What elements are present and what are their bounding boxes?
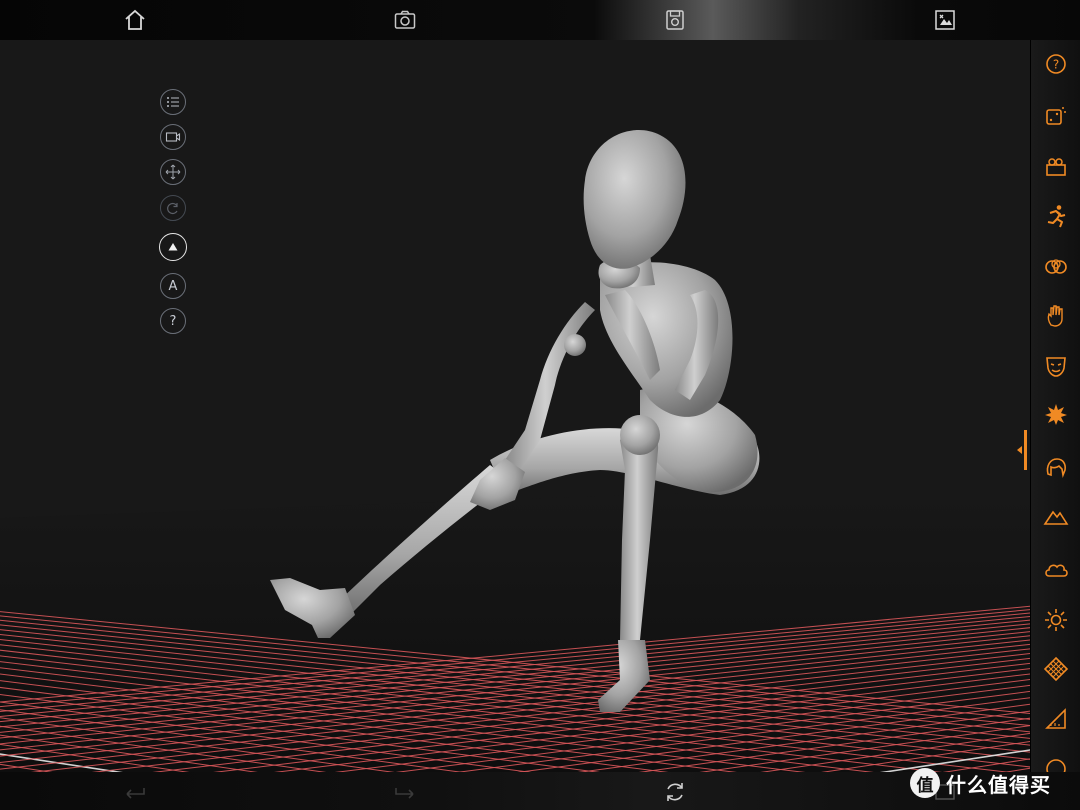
list-menu-button[interactable] (160, 89, 186, 115)
video-camera-icon (165, 132, 181, 142)
home-icon (125, 9, 145, 30)
effects-button[interactable] (1042, 400, 1070, 428)
save-icon (666, 10, 684, 30)
reset-button[interactable] (660, 778, 690, 806)
triangle-mode-button[interactable] (159, 233, 187, 261)
3d-viewport[interactable]: A ? (0, 40, 1030, 772)
refresh-icon (667, 783, 683, 801)
camera-button[interactable] (390, 6, 420, 34)
svg-text:?: ? (1053, 58, 1059, 72)
checker-tile-icon (1043, 656, 1069, 682)
floor-button[interactable] (1042, 655, 1070, 683)
redo-arrow-icon (395, 788, 414, 799)
scene-camera-button[interactable] (1042, 153, 1070, 181)
help-button-left[interactable]: ? (160, 308, 186, 334)
home-button[interactable] (120, 6, 150, 34)
watermark-text: 什么值得买 (946, 772, 1051, 797)
mask-face-icon (1046, 357, 1066, 377)
list-icon (167, 97, 179, 107)
pose-button[interactable] (1042, 202, 1070, 230)
auto-button[interactable]: A (160, 273, 186, 299)
sun-icon (1045, 609, 1067, 631)
expression-button[interactable] (1042, 352, 1070, 380)
cloud-icon (1045, 564, 1068, 577)
save-button[interactable] (660, 6, 690, 34)
rotate-button[interactable] (160, 195, 186, 221)
help-button[interactable]: ? (1042, 50, 1070, 78)
dice-icon (1046, 107, 1066, 125)
camera-icon (394, 10, 416, 29)
movie-camera-icon (1046, 158, 1066, 176)
redo-button[interactable] (390, 778, 420, 806)
watermark-logo: 值 (910, 768, 940, 798)
mountain-icon (1043, 510, 1069, 525)
rotate-icon (167, 202, 178, 215)
hair-button[interactable] (1042, 453, 1070, 481)
move-button[interactable] (160, 159, 186, 185)
camera-view-button[interactable] (160, 124, 186, 150)
top-toolbar (0, 0, 1080, 40)
watermark: 值 什么值得买 (910, 766, 1051, 800)
background-button[interactable] (1042, 502, 1070, 530)
perspective-button[interactable] (1042, 705, 1070, 733)
random-pose-button[interactable] (1042, 102, 1070, 130)
edit-image-button[interactable] (930, 6, 960, 34)
burst-icon (1045, 404, 1067, 425)
sky-button[interactable] (1042, 555, 1070, 583)
panel-collapse-handle[interactable] (1013, 430, 1029, 470)
question-circle-icon: ? (1046, 54, 1066, 74)
move-arrows-icon (165, 164, 181, 180)
running-figure-icon (1047, 205, 1066, 228)
triangle-icon (168, 243, 178, 251)
floor-grid (0, 40, 1030, 772)
light-button[interactable] (1042, 606, 1070, 634)
body-shapes-button[interactable] (1042, 252, 1070, 280)
letter-a-icon: A (168, 278, 178, 294)
overlapping-circles-icon (1045, 259, 1067, 274)
undo-button[interactable] (120, 778, 150, 806)
ruler-triangle-icon (1045, 708, 1066, 729)
undo-arrow-icon (126, 788, 145, 799)
question-icon: ? (169, 313, 177, 329)
hand-icon (1047, 305, 1063, 327)
hand-button[interactable] (1042, 302, 1070, 330)
edit-image-icon (935, 10, 955, 30)
hair-icon (1046, 458, 1066, 478)
right-tool-panel: ? (1030, 40, 1080, 779)
